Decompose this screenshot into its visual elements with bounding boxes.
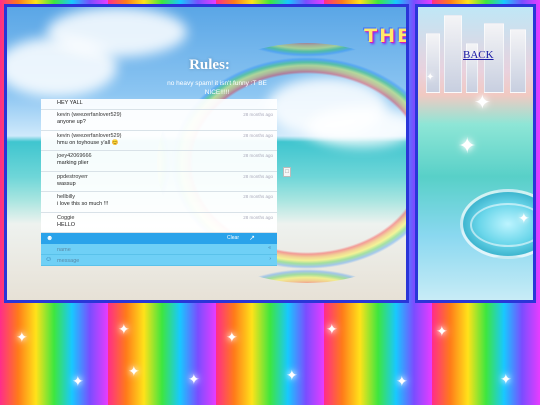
broken-image-icon: □ xyxy=(283,167,291,177)
chat-message: Coggie HELLO 28 months ago xyxy=(41,212,277,233)
sparkle-decoration: ✦ xyxy=(436,323,448,339)
send-indicator-icon[interactable]: › xyxy=(269,256,271,262)
message-input[interactable] xyxy=(57,256,257,265)
pinned-message: HEY YALL xyxy=(41,99,277,110)
chat-message-time: 28 months ago xyxy=(243,194,273,199)
chat-message-text: hmu on toyhouse y'all 😊 xyxy=(57,139,119,146)
chat-message-time: 28 months ago xyxy=(243,112,273,117)
side-panel: ✦ ✦ ✦ ✦ BACK xyxy=(415,4,536,303)
sparkle-decoration: ✦ xyxy=(396,373,408,389)
chat-message-author[interactable]: joey42069666 xyxy=(57,153,272,160)
external-link-icon[interactable]: ↗ xyxy=(249,234,255,242)
tower-decoration xyxy=(444,15,462,93)
chat-message-author[interactable]: kevin (weezerfanlover529) xyxy=(57,133,272,140)
name-field-row: « xyxy=(41,244,277,255)
marquee-title: THE xyxy=(364,25,409,47)
chat-message: hellbilly i love this so much !!! 28 mon… xyxy=(41,192,277,213)
main-panel: THE Rules: no heavy spam! it isn't funny… xyxy=(4,4,409,303)
chat-message-time: 28 months ago xyxy=(243,132,273,138)
user-icon[interactable]: ☻ xyxy=(46,235,53,242)
pinned-message-text: HEY YALL xyxy=(57,100,83,106)
chat-message: kevin (weezerfanlover529) anyone up? 28 … xyxy=(41,110,277,131)
chat-message-text: HELLO xyxy=(57,221,76,228)
chat-widget: HEY YALL kevin (weezerfanlover529) anyon… xyxy=(41,99,277,266)
dropdown-indicator-icon: « xyxy=(268,245,271,251)
clear-button[interactable]: Clear xyxy=(227,235,239,241)
sparkle-decoration: ✦ xyxy=(458,133,477,158)
sparkle-decoration: ✦ xyxy=(72,373,84,389)
chat-message-author[interactable]: Coggie xyxy=(57,215,272,222)
chat-message: ppdestroyerr wassup 28 months ago xyxy=(41,171,277,192)
back-link[interactable]: BACK xyxy=(463,49,494,61)
sparkle-decoration: ✦ xyxy=(500,371,512,387)
message-field-row: ☺ › xyxy=(41,255,277,266)
chat-message-text: marking plier xyxy=(57,160,89,166)
chat-message: joey42069666 marking plier 28 months ago xyxy=(41,151,277,172)
chat-toolbar: ☻ Clear ↗ xyxy=(41,233,277,244)
tower-decoration xyxy=(510,29,526,93)
sparkle-decoration: ✦ xyxy=(518,210,530,226)
chat-message: kevin (weezerfanlover529) hmu on toyhous… xyxy=(41,130,277,151)
sparkle-decoration: ✦ xyxy=(128,363,140,379)
sparkle-decoration: ✦ xyxy=(474,92,491,114)
chat-message-author[interactable]: ppdestroyerr xyxy=(57,174,272,181)
rules-text: no heavy spam! it isn't funny :T BE NICE… xyxy=(167,80,267,96)
sparkle-decoration: ✦ xyxy=(426,72,435,83)
chat-message-author[interactable]: hellbilly xyxy=(57,194,272,201)
name-input[interactable] xyxy=(57,245,257,254)
sparkle-decoration: ✦ xyxy=(286,367,298,383)
sparkle-decoration: ✦ xyxy=(226,329,238,345)
sparkle-decoration: ✦ xyxy=(326,321,338,337)
chat-message-text: wassup xyxy=(57,180,76,187)
chat-message-time: 28 months ago xyxy=(243,173,273,179)
sparkle-decoration: ✦ xyxy=(188,371,200,387)
chat-message-time: 28 months ago xyxy=(243,214,273,220)
chat-message-text: anyone up? xyxy=(57,119,86,125)
sparkle-decoration: ✦ xyxy=(118,321,130,337)
tower-decoration xyxy=(426,33,440,93)
chat-message-text: i love this so much !!! xyxy=(57,201,109,207)
rules-title: Rules: xyxy=(189,57,230,73)
cloud-decoration xyxy=(47,7,187,57)
smiley-icon[interactable]: ☺ xyxy=(45,256,52,263)
sparkle-decoration: ✦ xyxy=(16,329,28,345)
chat-message-time: 28 months ago xyxy=(243,153,273,158)
chat-message-author[interactable]: kevin (weezerfanlover529) xyxy=(57,112,272,119)
